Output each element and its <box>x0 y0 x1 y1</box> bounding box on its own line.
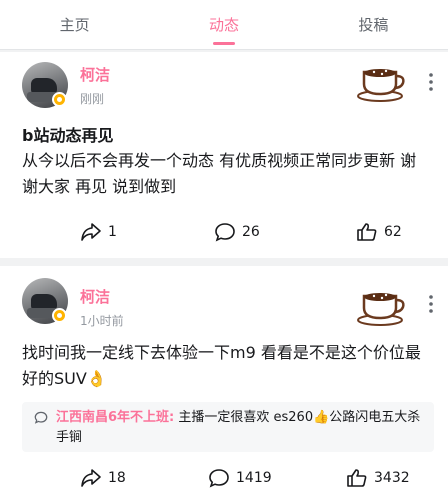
comment-icon <box>209 469 229 488</box>
comment-icon <box>215 223 235 242</box>
comment-count: 1419 <box>236 470 272 486</box>
more-icon[interactable] <box>424 294 438 314</box>
pinned-comment[interactable]: 江西南昌6年不上班: 主播一定很喜欢 es260👍公路闪电五大杀手锏 <box>22 402 434 452</box>
verified-badge-icon <box>52 92 67 107</box>
tab-dynamics[interactable]: 动态 <box>149 14 298 49</box>
like-icon <box>347 469 367 487</box>
dynamic-post: 柯洁 刚刚 b站动态再见 从今以后不会再发一个动态 有优质视频正常同步更新 谢谢… <box>0 52 448 258</box>
tab-home[interactable]: 主页 <box>0 14 149 49</box>
dynamic-post: 柯洁 1小时前 找时间我一定线下去体验一下m9 看看是不是这个价位最好的SUV👌… <box>0 266 448 501</box>
comment-button[interactable]: 26 <box>214 222 260 242</box>
comment-count: 26 <box>242 224 260 240</box>
repost-button[interactable]: 18 <box>80 468 126 488</box>
like-count: 62 <box>384 224 402 240</box>
comment-button[interactable]: 1419 <box>208 468 272 488</box>
verified-badge-icon <box>52 308 67 323</box>
coffee-cup-icon <box>357 293 405 326</box>
like-button[interactable]: 3432 <box>346 468 410 488</box>
tab-uploads[interactable]: 投稿 <box>299 14 448 49</box>
share-icon <box>81 223 101 241</box>
share-icon <box>81 469 101 487</box>
post-time: 刚刚 <box>80 92 105 106</box>
repost-count: 1 <box>108 224 117 240</box>
post-time: 1小时前 <box>80 314 124 328</box>
profile-tab-bar: 主页 动态 投稿 <box>0 0 448 50</box>
like-button[interactable]: 62 <box>356 222 402 242</box>
post-title: b站动态再见 <box>22 126 114 145</box>
repost-button[interactable]: 1 <box>80 222 117 242</box>
more-icon[interactable] <box>424 72 438 92</box>
like-icon <box>357 223 377 241</box>
post-content: 从今以后不会再发一个动态 有优质视频正常同步更新 谢谢大家 再见 说到做到 <box>22 151 417 196</box>
comment-author[interactable]: 江西南昌6年不上班: <box>56 410 174 425</box>
coffee-cup-icon <box>357 69 405 102</box>
post-content: 找时间我一定线下去体验一下m9 看看是不是这个价位最好的SUV👌 <box>22 343 421 388</box>
repost-count: 18 <box>108 470 126 486</box>
comment-icon <box>34 411 48 424</box>
author-name[interactable]: 柯洁 <box>80 286 110 307</box>
like-count: 3432 <box>374 470 410 486</box>
author-name[interactable]: 柯洁 <box>80 64 110 85</box>
